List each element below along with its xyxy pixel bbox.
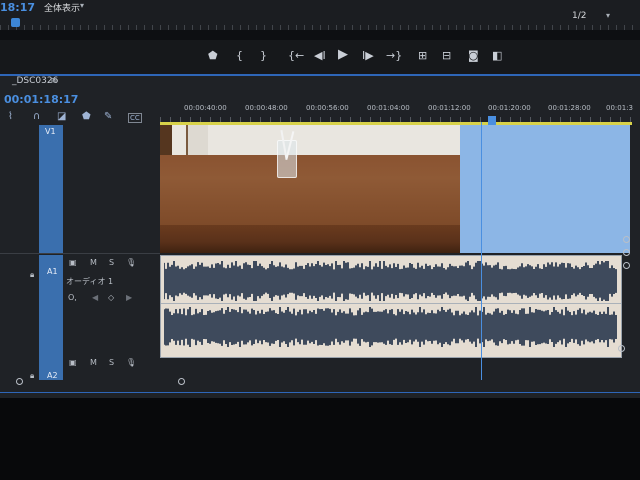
- panel-bottom-border: [0, 392, 640, 393]
- clip-thumbnail-table: [160, 155, 460, 233]
- ruler-tick-label: 00:00:40:00: [184, 104, 227, 112]
- mark-in-button[interactable]: {: [236, 50, 243, 62]
- go-to-in-icon[interactable]: {←: [288, 50, 304, 62]
- mute-button[interactable]: M: [90, 258, 97, 267]
- linked-selection-icon[interactable]: ∩: [33, 111, 40, 122]
- step-forward-icon[interactable]: I▶: [362, 50, 374, 62]
- track-height-handle[interactable]: [623, 249, 630, 256]
- captions-icon[interactable]: CC: [128, 113, 142, 123]
- camera-icon[interactable]: ◙: [468, 50, 479, 62]
- solo-button[interactable]: S: [109, 358, 114, 367]
- waveform-path: [164, 307, 617, 347]
- playback-resolution-select[interactable]: 1/2: [572, 11, 586, 21]
- waveform-graphic: [164, 307, 617, 347]
- microphone-icon[interactable]: 🎙︎: [126, 358, 136, 367]
- video-clip-extension[interactable]: [460, 125, 630, 253]
- volume-knob-icon[interactable]: O,: [68, 293, 77, 302]
- marker-icon[interactable]: ⬟: [208, 50, 218, 62]
- scroll-handle-right[interactable]: [178, 378, 185, 385]
- video-clip[interactable]: [160, 125, 460, 253]
- audio-clip[interactable]: [160, 255, 622, 358]
- ruler-tick-label: 00:00:56:00: [306, 104, 349, 112]
- overwrite-icon[interactable]: ⊟: [442, 50, 451, 62]
- mark-out-button[interactable]: }: [260, 50, 267, 62]
- ruler-tick-label: 00:00:48:00: [245, 104, 288, 112]
- add-marker-icon[interactable]: ◪: [57, 111, 66, 122]
- track-height-handle[interactable]: [623, 236, 630, 243]
- ruler-tick-label: 00:01:28:00: [548, 104, 591, 112]
- ruler-tick-label: 00:01:20:00: [488, 104, 531, 112]
- play-icon[interactable]: ▶: [338, 48, 348, 61]
- lock-icon[interactable]: 🔒︎: [30, 270, 34, 280]
- zoom-fit-select[interactable]: 全体表示: [44, 1, 80, 14]
- keyframe-add-icon[interactable]: ◇: [108, 293, 114, 302]
- ruler-tick-label: 00:01:3: [606, 104, 633, 112]
- insert-icon[interactable]: ⊞: [418, 50, 427, 62]
- audio-channel-divider: [161, 303, 621, 304]
- track-separator: [0, 253, 160, 254]
- keyframe-prev-icon[interactable]: ◀: [92, 293, 98, 302]
- wrench-icon[interactable]: ✎: [104, 111, 112, 122]
- scroll-handle-left[interactable]: [16, 378, 23, 385]
- ruler-tick-label: 00:01:04:00: [367, 104, 410, 112]
- monitor-bezel: [0, 398, 640, 480]
- chevron-down-icon[interactable]: ▾: [606, 11, 610, 20]
- waveform-path: [164, 261, 617, 301]
- audio-track-name: オーディオ 1: [66, 277, 114, 286]
- clip-thumbnail-door: [186, 125, 208, 157]
- compare-icon[interactable]: ◧: [492, 50, 502, 62]
- marker-settings-icon[interactable]: ⬟: [82, 111, 91, 122]
- waveform-graphic: [164, 261, 617, 301]
- sequence-menu-icon[interactable]: ≡: [50, 76, 58, 86]
- mute-button[interactable]: M: [90, 358, 97, 367]
- track-label-v1: V1: [45, 127, 56, 136]
- track-label-a1: A1: [47, 267, 58, 276]
- track-height-handle[interactable]: [623, 262, 630, 269]
- playhead-marker[interactable]: [488, 116, 496, 125]
- microphone-icon[interactable]: 🎙︎: [126, 258, 136, 267]
- step-back-icon[interactable]: ◀I: [314, 50, 326, 62]
- monitor-timecode[interactable]: 18:17: [0, 1, 35, 14]
- horizontal-zoom-scrollbar[interactable]: [16, 378, 186, 385]
- solo-button[interactable]: S: [109, 258, 114, 267]
- track-camera-icon[interactable]: ▣: [69, 258, 77, 267]
- keyframe-next-icon[interactable]: ▶: [126, 293, 132, 302]
- playhead-line[interactable]: [481, 122, 482, 380]
- monitor-playhead[interactable]: [11, 18, 20, 27]
- track-height-handle[interactable]: [618, 345, 625, 352]
- timeline-timecode[interactable]: 00:01:18:17: [4, 93, 78, 106]
- waveform-channel-2: [164, 306, 618, 348]
- track-camera-icon[interactable]: ▣: [69, 358, 77, 367]
- monitor-time-ruler[interactable]: [0, 25, 640, 30]
- chevron-down-icon[interactable]: ▾: [80, 1, 84, 10]
- snap-icon[interactable]: ⌇: [8, 111, 13, 122]
- waveform-channel-1: [164, 260, 618, 302]
- clip-thumbnail-table-edge: [160, 225, 460, 253]
- go-to-out-icon[interactable]: →}: [386, 50, 402, 62]
- track-target-v1[interactable]: [39, 125, 63, 253]
- ruler-tick-label: 00:01:12:00: [428, 104, 471, 112]
